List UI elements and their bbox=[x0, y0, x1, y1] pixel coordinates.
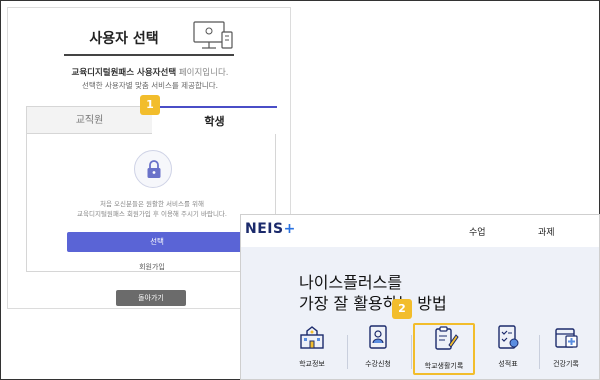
page-subdescription: 선택한 사용자별 맞춤 서비스를 제공합니다. bbox=[81, 81, 219, 90]
menu-label: 수강신청 bbox=[365, 360, 391, 368]
nav-item-task[interactable]: 과제 bbox=[538, 225, 555, 238]
title-underline bbox=[64, 54, 234, 56]
menu-school-info[interactable]: 학교정보 bbox=[283, 323, 341, 375]
signup-notice-line1: 처음 오신분들은 원활한 서비스를 위해 bbox=[100, 200, 204, 208]
tab-staff[interactable]: 교직원 bbox=[27, 106, 152, 134]
lock-icon bbox=[147, 160, 161, 178]
logo-plus: + bbox=[283, 221, 296, 237]
menu-label: 학교정보 bbox=[299, 360, 325, 368]
description-bold: 교육디지털원패스 사용자선택 bbox=[71, 68, 177, 78]
menu-course-registration[interactable]: 수강신청 bbox=[349, 323, 407, 375]
monitor-illustration-icon bbox=[193, 21, 233, 49]
nav-item-class[interactable]: 수업 bbox=[469, 225, 486, 238]
neis-header: NEIS+ 수업 과제 bbox=[241, 215, 599, 247]
clipboard-pen-icon bbox=[435, 326, 459, 350]
neis-hero: 나이스플러스를 가장 잘 활용하는 방법 학교정보 수강신청 학교생활기록 성적… bbox=[241, 247, 599, 379]
step-badge-1: 1 bbox=[140, 95, 160, 115]
medical-calendar-icon bbox=[555, 328, 578, 348]
checklist-icon bbox=[498, 325, 519, 349]
description-light: 페이지입니다. bbox=[176, 68, 229, 78]
menu-health-record[interactable]: 건강기록 bbox=[537, 323, 595, 375]
page-description: 교육디지털원패스 사용자선택 페이지입니다. bbox=[8, 66, 292, 78]
select-button[interactable]: 선택 bbox=[67, 232, 247, 252]
neis-logo[interactable]: NEIS+ bbox=[245, 221, 296, 237]
menu-divider bbox=[411, 335, 412, 369]
menu-divider bbox=[347, 335, 348, 369]
logo-text: NEIS bbox=[245, 221, 284, 237]
menu-school-life-record[interactable]: 학교생활기록 bbox=[413, 323, 475, 375]
lock-badge bbox=[134, 150, 172, 188]
hero-headline-line2: 가장 잘 활용하는 방법 bbox=[299, 294, 447, 313]
screenshot-frame: 사용자 선택 교육디지털원패스 사용자선택 페이지입니다. 선택한 사용자별 맞… bbox=[0, 0, 600, 380]
id-card-icon bbox=[369, 325, 387, 349]
tab-student[interactable]: 학생 bbox=[152, 106, 277, 134]
neis-panel: NEIS+ 수업 과제 나이스플러스를 가장 잘 활용하는 방법 학교정보 수강… bbox=[240, 214, 600, 380]
menu-label: 건강기록 bbox=[553, 360, 579, 368]
menu-label: 학교생활기록 bbox=[424, 362, 464, 370]
step-badge-2: 2 bbox=[392, 299, 412, 319]
school-building-icon bbox=[300, 326, 324, 349]
back-button[interactable]: 돌아가기 bbox=[116, 290, 186, 306]
menu-report-card[interactable]: 성적표 bbox=[479, 323, 537, 375]
user-type-tabs: 교직원 학생 처음 오신분들은 원활한 서비스를 위해 교육디지털원패스 회원가… bbox=[26, 106, 277, 272]
menu-label: 성적표 bbox=[498, 360, 518, 368]
